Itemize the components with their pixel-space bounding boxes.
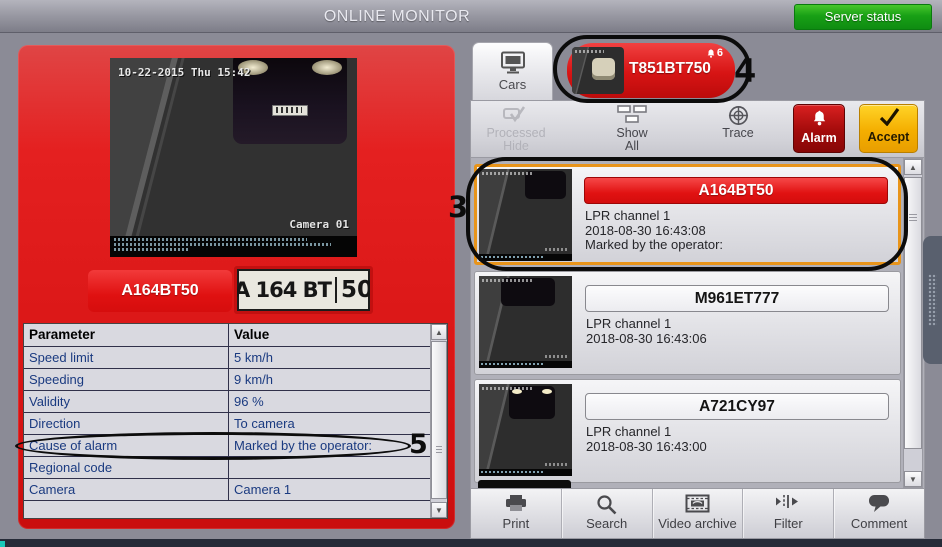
parameter-table: Parameter Value Speed limit 5 km/h Speed… xyxy=(23,323,448,519)
trace-target-icon xyxy=(705,105,771,127)
show-all-icon xyxy=(599,105,665,127)
alarm-widget-plate: T851BT750 xyxy=(629,60,711,77)
active-alarm-widget[interactable]: T851BT750 6 xyxy=(567,43,735,98)
event-time: 2018-08-30 16:43:00 xyxy=(586,438,707,454)
table-row[interactable]: Camera Camera 1 xyxy=(24,479,431,501)
header-parameter: Parameter xyxy=(24,324,229,346)
event-item-m961et777[interactable]: M961ET777 LPR channel 1 2018-08-30 16:43… xyxy=(474,271,901,375)
partial-event-thumbnail xyxy=(478,480,571,488)
alarm-bell-icon xyxy=(794,109,844,131)
table-scrollbar-thumb[interactable] xyxy=(431,341,447,499)
processed-check-icon xyxy=(479,105,553,127)
event-plate-button[interactable]: A721CY97 xyxy=(585,393,889,420)
event-list-scrollbar[interactable]: ▲ ▼ xyxy=(903,158,923,488)
table-scrollbar[interactable]: ▲ ▼ xyxy=(430,324,447,518)
print-button[interactable]: Print xyxy=(471,489,562,538)
parameter-table-grid: Parameter Value Speed limit 5 km/h Speed… xyxy=(24,324,431,518)
camera-frame-image: 10-22-2015 Thu 15:42 Camera 01 xyxy=(110,58,357,257)
window-title: ONLINE MONITOR xyxy=(323,8,471,25)
event-time: 2018-08-30 16:43:08 xyxy=(585,222,706,238)
filter-button[interactable]: Filter xyxy=(743,489,835,538)
recognized-plate-label: A164BT50 xyxy=(88,270,232,312)
event-time: 2018-08-30 16:43:06 xyxy=(586,330,707,346)
video-archive-icon xyxy=(653,494,743,516)
event-item-a164bt50[interactable]: A164BT50 LPR channel 1 2018-08-30 16:43:… xyxy=(474,164,901,265)
event-thumbnail xyxy=(479,169,572,261)
camera-overlay-text xyxy=(110,236,357,257)
table-row[interactable]: Direction To camera xyxy=(24,413,431,435)
search-icon xyxy=(562,494,652,516)
camera-name-label: Camera 01 xyxy=(289,218,349,231)
event-meta: LPR channel 1 2018-08-30 16:43:08 Marked… xyxy=(585,208,724,253)
annotation-number-5: 5 xyxy=(409,429,428,460)
plate-photo-main: A 164 BT xyxy=(234,278,332,302)
accept-check-icon xyxy=(860,108,917,130)
online-monitor-window: { "header": { "title": "ONLINE MONITOR",… xyxy=(0,0,942,547)
accept-button[interactable]: Accept xyxy=(859,104,918,153)
tab-cars[interactable]: Cars xyxy=(472,42,553,102)
scroll-down-arrow-icon[interactable]: ▼ xyxy=(904,471,922,487)
table-row-cause-of-alarm[interactable]: Cause of alarm Marked by the operator: xyxy=(24,435,431,457)
event-channel: LPR channel 1 xyxy=(586,316,672,331)
table-row[interactable]: Speeding 9 km/h xyxy=(24,369,431,391)
annotation-number-3: 3 xyxy=(448,190,469,224)
alarm-count-value: 6 xyxy=(716,47,723,59)
plate-photo-image: A 164 BT 50 xyxy=(234,266,373,314)
scroll-up-arrow-icon[interactable]: ▲ xyxy=(431,324,447,340)
search-button[interactable]: Search xyxy=(562,489,653,538)
server-status-button[interactable]: Server status xyxy=(794,4,932,30)
event-thumbnail xyxy=(479,276,572,368)
headlight-right xyxy=(312,60,342,75)
processed-hide-button[interactable]: Processed Hide xyxy=(479,103,553,155)
comment-icon xyxy=(834,494,924,516)
filter-icon xyxy=(743,494,833,516)
trace-button[interactable]: Trace xyxy=(705,103,771,155)
event-plate-button[interactable]: M961ET777 xyxy=(585,285,889,312)
event-item-a721cy97[interactable]: A721CY97 LPR channel 1 2018-08-30 16:43:… xyxy=(474,379,901,483)
window-bottom-tick xyxy=(0,541,5,547)
event-toolbar: Processed Hide Show All Trace Alarm Acce… xyxy=(470,100,925,158)
bell-icon xyxy=(707,48,715,58)
table-row[interactable]: Speed limit 5 km/h xyxy=(24,347,431,369)
table-row[interactable]: Regional code xyxy=(24,457,431,479)
print-icon xyxy=(471,494,561,516)
alarm-count-badge: 6 xyxy=(706,47,723,59)
comment-button[interactable]: Comment xyxy=(834,489,924,538)
scroll-down-arrow-icon[interactable]: ▼ xyxy=(431,502,447,518)
alarm-widget-thumbnail xyxy=(572,47,624,94)
event-plate-button[interactable]: A164BT50 xyxy=(584,177,888,204)
annotation-number-4: 4 xyxy=(734,52,757,90)
header-value: Value xyxy=(234,327,270,342)
camera-timestamp: 10-22-2015 Thu 15:42 xyxy=(118,66,251,79)
table-row[interactable]: Validity 96 % xyxy=(24,391,431,413)
event-note: Marked by the operator: xyxy=(585,237,724,252)
event-channel: LPR channel 1 xyxy=(586,424,672,439)
list-scrollbar-thumb[interactable] xyxy=(904,177,922,449)
table-header-row: Parameter Value xyxy=(24,324,431,347)
tab-cars-label: Cars xyxy=(498,77,527,92)
video-archive-button[interactable]: Video archive xyxy=(653,489,744,538)
vehicle-plate-chip xyxy=(272,105,308,116)
show-all-button[interactable]: Show All xyxy=(599,103,665,155)
event-channel: LPR channel 1 xyxy=(585,208,671,223)
monitor-icon xyxy=(500,51,525,74)
event-meta: LPR channel 1 2018-08-30 16:43:06 xyxy=(586,316,707,346)
bottom-toolbar: Print Search Video archive Filter Commen… xyxy=(470,488,925,539)
title-bar: ONLINE MONITOR Server status xyxy=(0,0,942,33)
event-list: A164BT50 LPR channel 1 2018-08-30 16:43:… xyxy=(470,158,925,488)
event-thumbnail xyxy=(479,384,572,476)
alarm-button[interactable]: Alarm xyxy=(793,104,845,153)
plate-photo-region: 50 xyxy=(335,277,370,303)
scroll-up-arrow-icon[interactable]: ▲ xyxy=(904,159,922,175)
event-meta: LPR channel 1 2018-08-30 16:43:00 xyxy=(586,424,707,454)
window-bottom-edge xyxy=(0,539,942,547)
panel-splitter-handle[interactable] xyxy=(923,236,942,364)
